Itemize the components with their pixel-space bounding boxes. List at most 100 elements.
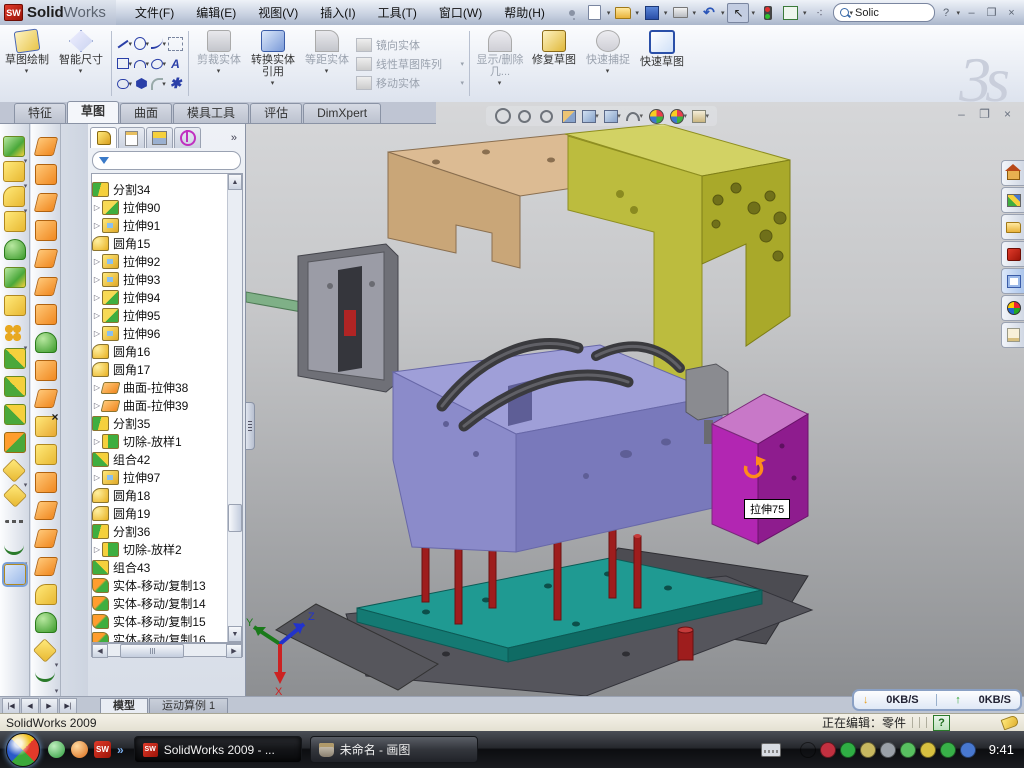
cmd-stack-dropdown[interactable]: ▾ <box>460 79 464 87</box>
taskbar-clock[interactable]: 9:41 <box>989 742 1014 757</box>
hole-wizard-icon[interactable] <box>4 295 26 316</box>
ribbon-tab[interactable]: DimXpert <box>303 103 381 123</box>
new-document-icon[interactable] <box>585 4 605 22</box>
solidworks-resources-tab[interactable] <box>1001 241 1024 267</box>
fillet-surface-icon[interactable] <box>35 584 57 605</box>
move-copy-body-icon[interactable] <box>4 432 26 453</box>
antivirus-icon[interactable] <box>940 742 956 758</box>
menu-item[interactable]: 工具(T) <box>367 0 428 25</box>
cmd-button[interactable]: 智能尺寸 ▾ <box>54 25 108 102</box>
user-accounts-icon[interactable] <box>960 742 976 758</box>
doc-restore-button[interactable]: ❐ <box>976 106 993 121</box>
replace-face-icon[interactable] <box>35 444 57 465</box>
doc-minimize-button[interactable]: – <box>953 106 970 121</box>
magenta-block-body[interactable] <box>712 394 808 544</box>
feature-tree-item[interactable]: ▷ 拉伸90 <box>92 198 227 216</box>
display-style-icon[interactable]: ▾ <box>604 108 621 124</box>
expand-arrow-icon[interactable]: ▷ <box>92 203 102 212</box>
offset-surface-icon[interactable] <box>33 277 58 296</box>
red-cylinder-body[interactable] <box>678 627 693 660</box>
taskbar-task-button[interactable]: 未命名 - 画图 <box>310 736 478 763</box>
tab-nav-button[interactable]: ◀ <box>21 698 39 714</box>
edit-appearance-icon[interactable] <box>648 108 665 124</box>
launcher-icon[interactable] <box>71 741 88 758</box>
cmd-button[interactable]: 等距实体 ▾ <box>300 25 354 102</box>
keyboard-layout-icon[interactable] <box>800 742 816 758</box>
certificate-icon[interactable] <box>860 742 876 758</box>
restore-button[interactable]: ❐ <box>983 5 1000 20</box>
section-view-icon[interactable] <box>560 108 577 124</box>
manager-tabs-overflow[interactable]: » <box>231 132 243 144</box>
scroll-right-icon[interactable]: ▶ <box>226 644 242 658</box>
feature-tree-item[interactable]: 实体-移动/复制13 <box>92 576 227 594</box>
join-icon[interactable] <box>4 404 26 425</box>
panel-splitter-handle[interactable] <box>246 402 255 450</box>
zoom-area-icon[interactable] <box>516 108 533 124</box>
undo-dropdown[interactable]: ▾ <box>721 9 725 17</box>
menu-item[interactable]: 视图(V) <box>247 0 309 25</box>
doc-close-button[interactable]: × <box>999 106 1016 121</box>
scroll-up-icon[interactable]: ▲ <box>228 174 242 190</box>
tree-horizontal-scrollbar[interactable]: ◀ ▶ <box>91 643 243 657</box>
quick-tips-icon[interactable]: ? <box>933 715 950 731</box>
boundary-surface-icon[interactable] <box>35 220 57 241</box>
print-icon[interactable] <box>670 4 690 22</box>
combine-icon[interactable] <box>4 348 26 369</box>
reference-geometry-icon[interactable] <box>2 458 26 482</box>
ruled-surface-icon[interactable] <box>33 389 58 408</box>
feature-tree-item[interactable]: 组合43 <box>92 558 227 576</box>
view-palette-tab[interactable] <box>1001 268 1024 294</box>
expand-arrow-icon[interactable]: ▷ <box>92 293 102 302</box>
dome-icon[interactable] <box>35 612 57 633</box>
configurationmanager-tab[interactable] <box>146 127 173 148</box>
lofted-surface-icon[interactable] <box>35 332 57 353</box>
custom-properties-tab[interactable] <box>1001 322 1024 348</box>
selection-filter-icon[interactable] <box>758 4 778 22</box>
expand-arrow-icon[interactable]: ▷ <box>92 221 102 230</box>
ribbon-tab[interactable]: 特征 <box>14 103 66 123</box>
feature-tree-item[interactable]: ▷ 切除-放样2 <box>92 540 227 558</box>
scroll-thumb[interactable] <box>228 504 242 532</box>
tree-vertical-scrollbar[interactable]: ▲ ▼ <box>227 174 242 642</box>
start-button[interactable] <box>6 733 40 767</box>
feature-tree-item[interactable]: 分割35 <box>92 414 227 432</box>
point-icon[interactable]: ✱ <box>168 77 183 91</box>
minimize-button[interactable]: – <box>963 5 980 20</box>
revolved-surface-icon[interactable] <box>35 164 57 185</box>
rectangle-icon[interactable]: ▾ <box>117 57 132 71</box>
extruded-surface-icon[interactable] <box>33 193 58 212</box>
solidworks-launcher-icon[interactable]: SW <box>94 741 111 758</box>
sketch-fillet-icon[interactable]: ▾ <box>151 77 166 91</box>
print-dropdown[interactable]: ▾ <box>692 9 696 17</box>
messenger-icon[interactable] <box>48 741 65 758</box>
cmd-button[interactable]: 转换实体引用 ▾ <box>246 25 300 102</box>
feature-tree-item[interactable]: ▷ 拉伸91 <box>92 216 227 234</box>
open-icon[interactable] <box>613 4 633 22</box>
feature-tree-item[interactable]: 实体-移动/复制15 <box>92 612 227 630</box>
tab-nav-button[interactable]: |◀ <box>2 698 20 714</box>
feature-tree-item[interactable]: ▷ 拉伸92 <box>92 252 227 270</box>
feature-tree-item[interactable]: ▷ 曲面-拉伸39 <box>92 396 227 414</box>
extruded-cut-icon[interactable] <box>3 161 25 182</box>
cmd-stack-item[interactable]: 线性草图阵列 ▾ <box>356 55 464 73</box>
save-dropdown[interactable]: ▾ <box>664 9 668 17</box>
options-checklist-icon[interactable] <box>781 4 801 22</box>
open-dropdown[interactable]: ▾ <box>635 9 639 17</box>
cmd-stack-item[interactable]: 移动实体 ▾ <box>356 74 464 92</box>
insert-assembly-body[interactable] <box>246 244 398 392</box>
cmd-button[interactable]: 显示/删除几... ▾ <box>473 25 527 102</box>
feature-tree-item[interactable]: 圆角15 <box>92 234 227 252</box>
expand-arrow-icon[interactable]: ▷ <box>92 437 102 446</box>
select-icon[interactable]: ↖ <box>727 3 749 23</box>
feature-tree-item[interactable]: ▷ 拉伸93 <box>92 270 227 288</box>
fillet-icon[interactable] <box>3 186 25 207</box>
network-warning-icon[interactable] <box>920 742 936 758</box>
menu-item[interactable]: 编辑(E) <box>185 0 247 25</box>
protection-shield-icon[interactable] <box>840 742 856 758</box>
cmd-stack-item[interactable]: 镜向实体 <box>356 36 464 54</box>
split-icon[interactable] <box>4 376 26 397</box>
cmd-dropdown[interactable]: ▾ <box>606 66 610 78</box>
tag-icon[interactable] <box>1001 715 1020 731</box>
boss-icon[interactable] <box>4 239 26 260</box>
keyboard-layout-icon[interactable] <box>761 743 781 757</box>
